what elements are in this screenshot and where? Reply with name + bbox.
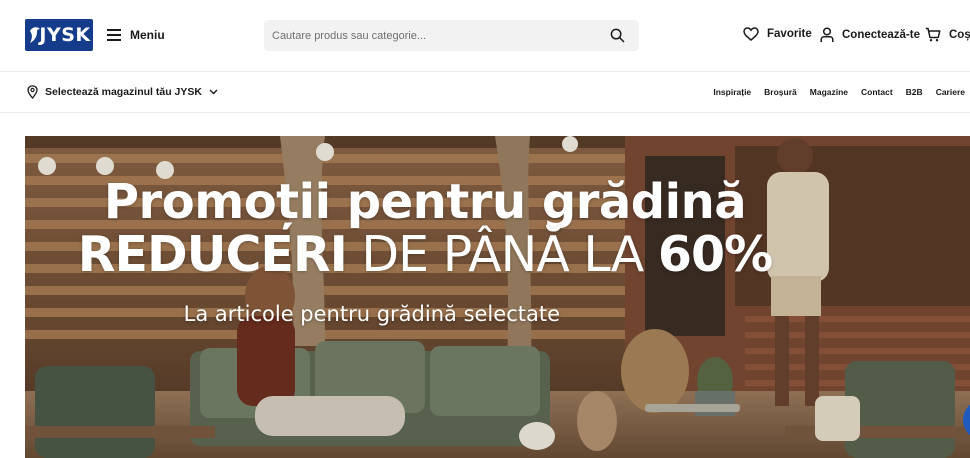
hero-subtitle: REDUCERI DE PÂNĂ LA 60% bbox=[25, 226, 825, 283]
hero-sub-percent: 60% bbox=[657, 226, 773, 283]
link-magazine[interactable]: Magazine bbox=[810, 87, 848, 97]
link-b2b[interactable]: B2B bbox=[906, 87, 923, 97]
search-bar bbox=[264, 20, 639, 51]
hamburger-icon bbox=[107, 29, 121, 41]
search-icon[interactable] bbox=[610, 28, 625, 43]
menu-label: Meniu bbox=[130, 28, 165, 42]
heart-icon bbox=[743, 27, 759, 41]
store-selector[interactable]: Selectează magazinul tău JYSK bbox=[27, 85, 218, 99]
link-contact[interactable]: Contact bbox=[861, 87, 893, 97]
favorites-button[interactable]: Favorite bbox=[743, 27, 812, 41]
link-cariere[interactable]: Cariere bbox=[936, 87, 965, 97]
cart-button[interactable]: Coș bbox=[925, 27, 970, 42]
link-inspiratie[interactable]: Inspirație bbox=[713, 87, 751, 97]
user-icon bbox=[820, 27, 834, 42]
store-selector-label: Selectează magazinul tău JYSK bbox=[45, 86, 202, 98]
menu-button[interactable]: Meniu bbox=[107, 25, 165, 45]
secondary-links: Inspirație Broșură Magazine Contact B2B … bbox=[713, 87, 965, 97]
login-button[interactable]: Conectează-te bbox=[820, 27, 920, 43]
hero-sub-bold: REDUCERI bbox=[77, 226, 348, 283]
location-pin-icon bbox=[27, 85, 38, 99]
hero-sub-light: DE PÂNĂ LA bbox=[346, 226, 658, 283]
hero-note: La articole pentru grădină selectate bbox=[183, 302, 560, 326]
favorites-label: Favorite bbox=[767, 28, 812, 40]
hero-banner[interactable]: Promoții pentru grădină REDUCERI DE PÂNĂ… bbox=[25, 136, 970, 458]
cart-icon bbox=[925, 27, 941, 42]
secondary-nav: Selectează magazinul tău JYSK Inspirație… bbox=[0, 72, 970, 113]
hero-title: Promoții pentru grădină bbox=[103, 174, 747, 230]
chevron-down-icon bbox=[209, 89, 218, 95]
cart-label: Coș bbox=[949, 28, 970, 41]
logo-text: JYSK bbox=[39, 24, 91, 46]
jysk-logo[interactable]: JYSK bbox=[25, 19, 93, 51]
login-label: Conectează-te bbox=[842, 29, 920, 41]
site-header: JYSK Meniu Favorite Conectează-te Coș bbox=[0, 0, 970, 72]
bird-logo-icon bbox=[30, 27, 40, 43]
search-input[interactable] bbox=[272, 20, 592, 51]
link-brosura[interactable]: Broșură bbox=[764, 87, 797, 97]
